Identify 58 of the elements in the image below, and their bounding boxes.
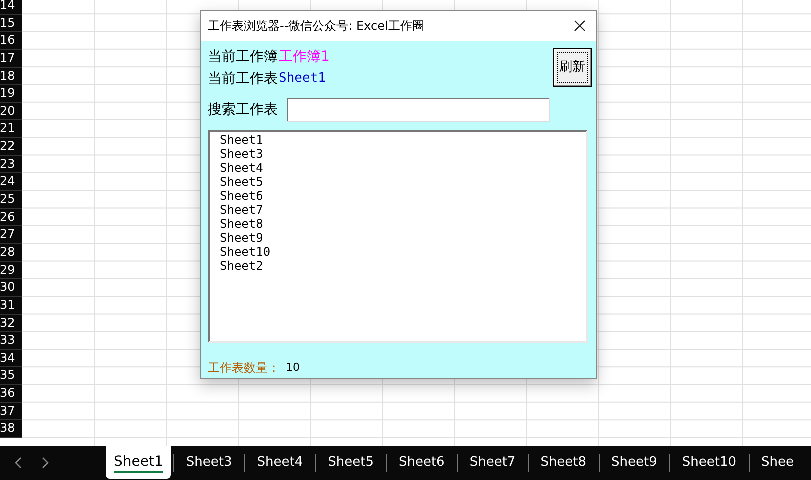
close-icon[interactable] <box>574 20 586 32</box>
chevron-right-icon[interactable] <box>41 457 49 469</box>
row-number: 29 <box>0 262 22 280</box>
row-number: 35 <box>0 367 22 386</box>
row-number: 36 <box>0 385 22 403</box>
sheet-tab[interactable]: Sheet7 <box>456 454 528 472</box>
row-number: 38 <box>0 420 22 438</box>
row-number: 25 <box>0 191 22 209</box>
row-number: 17 <box>0 50 22 68</box>
row-number: 34 <box>0 350 22 368</box>
row-number: 31 <box>0 296 22 315</box>
sheet-tab[interactable]: Sheet9 <box>598 454 670 472</box>
row-number: 33 <box>0 332 22 350</box>
sheet-tab[interactable]: Sheet1 <box>106 446 172 479</box>
search-label: 搜索工作表 <box>208 100 278 120</box>
row-number: 18 <box>0 68 22 86</box>
list-item[interactable]: Sheet6 <box>220 189 264 203</box>
workbook-label: 当前工作簿 <box>208 48 278 66</box>
list-item[interactable]: Sheet4 <box>220 161 264 175</box>
row-number: 26 <box>0 208 22 226</box>
sheet-tab[interactable]: Sheet5 <box>315 454 386 472</box>
row-number: 21 <box>0 120 22 138</box>
workbook-name: 工作簿1 <box>279 48 330 66</box>
row-number: 14 <box>0 0 22 15</box>
search-field[interactable] <box>287 98 550 122</box>
sheet-name: Sheet1 <box>279 70 326 88</box>
list-item[interactable]: Sheet7 <box>220 203 264 217</box>
sheet-tab[interactable]: Shee <box>748 454 806 472</box>
sheet-label: 当前工作表 <box>208 70 278 88</box>
row-number: 23 <box>0 156 22 174</box>
row-number: 37 <box>0 402 22 420</box>
chevron-left-icon[interactable] <box>15 457 23 469</box>
row-number: 24 <box>0 173 22 192</box>
row-number: 28 <box>0 244 22 262</box>
row-number: 27 <box>0 226 22 244</box>
row-number: 19 <box>0 85 22 103</box>
list-item[interactable]: Sheet8 <box>220 217 264 231</box>
sheet-count-label: 工作表数量： <box>208 360 280 377</box>
row-number: 22 <box>0 138 22 156</box>
list-item[interactable]: Sheet5 <box>220 175 264 189</box>
list-item[interactable]: Sheet3 <box>220 147 264 161</box>
sheet-tab[interactable]: Sheet3 <box>173 454 244 472</box>
row-number: 16 <box>0 32 22 50</box>
list-item[interactable]: Sheet9 <box>220 231 264 245</box>
row-number: 20 <box>0 102 22 120</box>
window-title: 工作表浏览器--微信公众号: Excel工作圈 <box>208 18 424 35</box>
list-item[interactable]: Sheet1 <box>220 133 264 147</box>
list-item[interactable]: Sheet2 <box>220 259 264 273</box>
sheet-tab[interactable]: Sheet6 <box>386 454 457 472</box>
sheet-tab[interactable]: Sheet8 <box>528 454 599 472</box>
row-number: 32 <box>0 314 22 332</box>
list-item[interactable]: Sheet10 <box>220 245 271 259</box>
refresh-button[interactable]: 刷新 <box>553 48 592 87</box>
sheet-count: 10 <box>286 360 300 376</box>
sheet-tab[interactable]: Sheet10 <box>669 454 749 472</box>
row-number: 30 <box>0 279 22 297</box>
sheet-tab[interactable]: Sheet4 <box>244 454 316 472</box>
row-number: 15 <box>0 14 22 32</box>
